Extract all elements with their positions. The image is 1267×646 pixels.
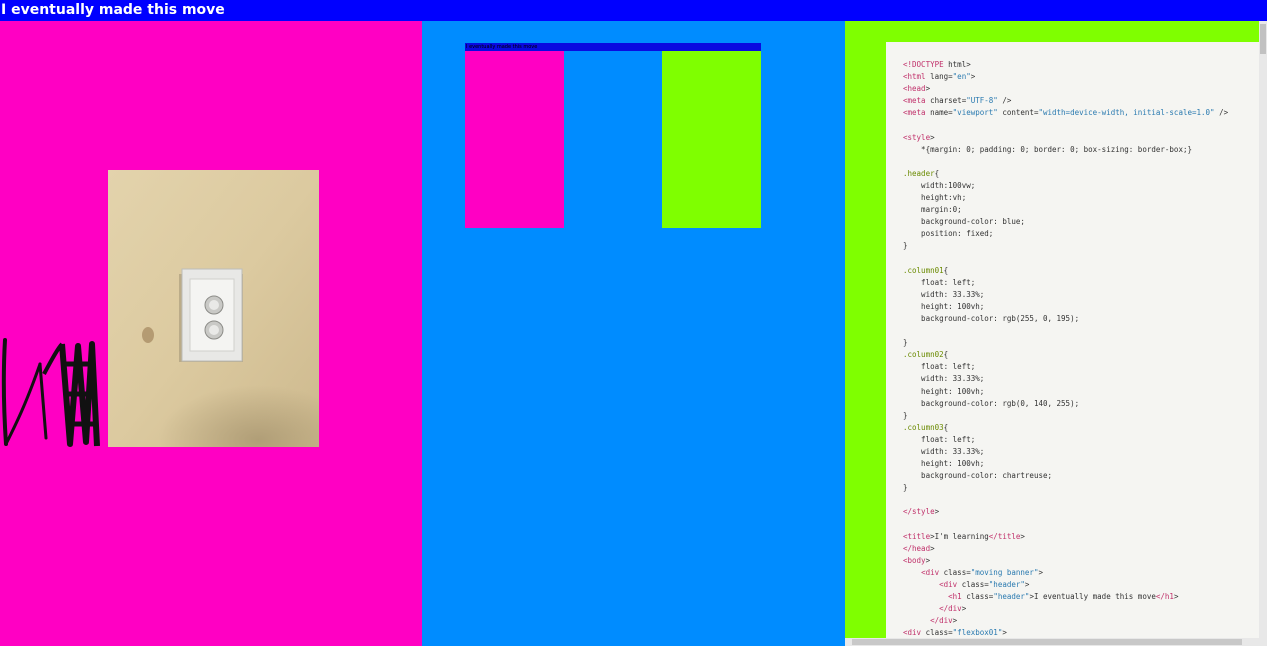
code-line: .header{ [903,168,940,178]
vertical-scrollbar[interactable] [1259,21,1267,646]
code-line: </head> [903,543,935,553]
vertical-scroll-thumb[interactable] [1260,24,1266,54]
code-line: } [903,410,908,420]
preview-header-text: I eventually made this move [466,44,538,50]
code-line: </div> [939,604,967,614]
code-line: <div class="moving banner"> [921,567,1043,577]
code-line: <meta name="viewport" content="width=dev… [903,108,1229,118]
code-line: float: left; [903,362,976,372]
code-line: width: 33.33%; [903,447,985,456]
code-line: height: 100vh; [903,459,985,469]
code-line: } [903,241,908,251]
code-line: background-color: rgb(255, 0, 195); [903,313,1080,323]
horizontal-scroll-thumb[interactable] [852,639,1242,645]
code-line: <body> [903,555,931,565]
code-line: float: left; [903,277,976,287]
code-line: margin:0; [903,205,962,215]
layout-preview: I eventually made this move [465,43,761,229]
code-line: <html lang="en"> [903,72,976,82]
code-line: height: 100vh; [903,386,985,396]
preview-header-bar: I eventually made this move [465,43,761,51]
code-line: float: left; [903,434,976,444]
code-line: position: fixed; [903,229,994,239]
code-line: background-color: chartreuse; [903,471,1053,481]
preview-column-magenta [465,51,564,228]
code-line: .column01{ [903,265,949,275]
code-line: <div class="header"> [939,580,1030,590]
code-line: <meta charset="UTF-8" /> [903,96,1012,106]
code-line: <h1 class="header">I eventually made thi… [948,592,1179,602]
code-listing: <!DOCTYPE html> <html lang="en"> <head> <me… [903,59,1228,638]
code-line: width: 33.33%; [903,374,985,384]
code-line: .column03{ [903,422,949,432]
code-line: width: 33.33%; [903,289,985,299]
header-bar: I eventually made this move [0,0,1267,21]
code-line: height:vh; [903,193,967,203]
code-line: .column02{ [903,350,949,360]
code-line: </style> [903,507,940,517]
code-line: } [903,338,908,348]
code-line: <style> [903,132,935,142]
code-line: <title>I'm learning</title> [903,531,1025,541]
code-line: } [903,483,908,493]
code-line: <!DOCTYPE html> [903,60,971,69]
page-title: I eventually made this move [1,2,225,18]
code-line: width:100vw; [903,180,976,190]
preview-column-green [662,51,761,228]
code-line: background-color: blue; [903,217,1025,227]
light-switch-photo [108,170,319,447]
code-line: background-color: rgb(0, 140, 255); [903,398,1080,408]
code-panel: <!DOCTYPE html> <html lang="en"> <head> <me… [886,42,1259,638]
code-line: <head> [903,84,931,94]
code-line: </div> [930,616,958,626]
code-line: <div class="flexbox01"> [903,628,1007,638]
scribble-drawing [1,338,100,447]
code-line: height: 100vh; [903,301,985,311]
code-line: *{margin: 0; padding: 0; border: 0; box-… [903,144,1192,154]
